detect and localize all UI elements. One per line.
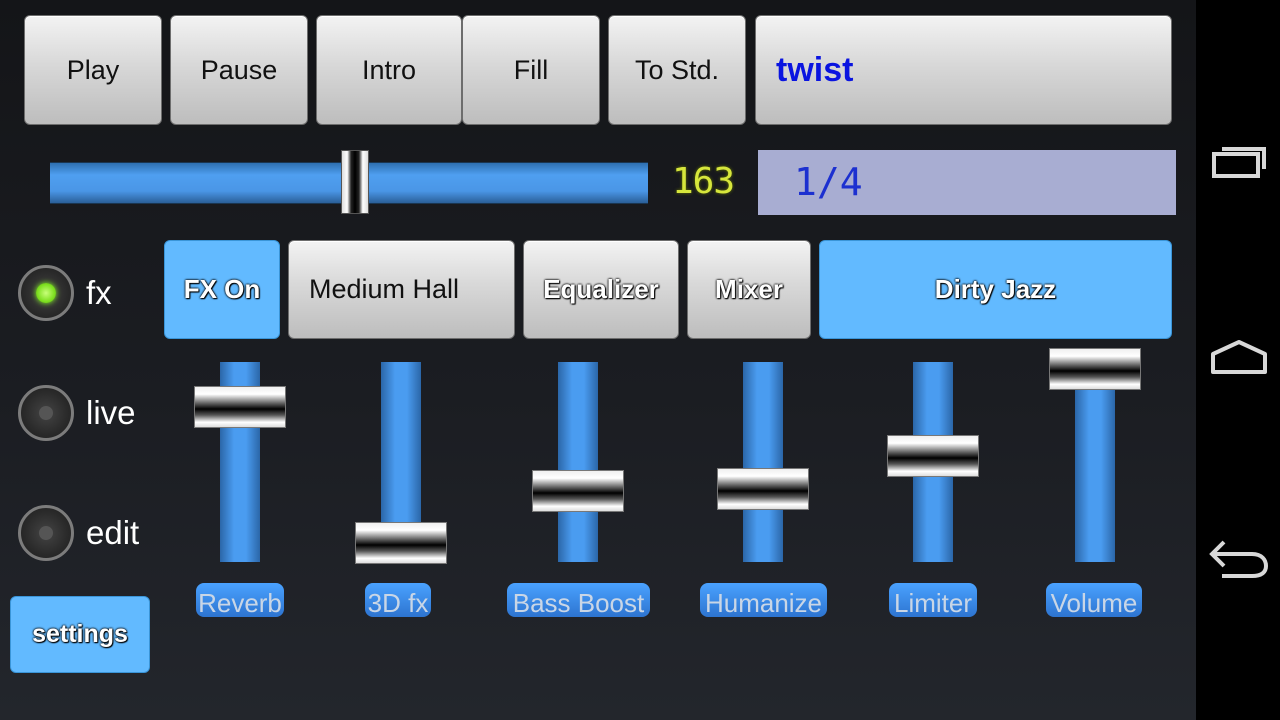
settings-button[interactable]: settings bbox=[10, 596, 150, 673]
fader-label-3d-fx: 3D fx bbox=[365, 583, 431, 618]
reverb-fader[interactable] bbox=[192, 362, 288, 578]
bass-boost-fader[interactable] bbox=[530, 362, 626, 578]
mode-edit[interactable]: edit bbox=[18, 502, 139, 564]
fx-on-button[interactable]: FX On bbox=[164, 240, 280, 339]
recent-apps-icon[interactable] bbox=[1208, 138, 1270, 188]
mode-fx[interactable]: fx bbox=[18, 262, 112, 324]
fader-label-volume: Volume bbox=[1046, 583, 1142, 618]
radio-indicator-on bbox=[36, 283, 56, 303]
fader-track[interactable] bbox=[558, 362, 598, 562]
fader-thumb[interactable] bbox=[887, 435, 979, 477]
mode-label-live: live bbox=[86, 394, 136, 431]
back-icon[interactable] bbox=[1208, 534, 1270, 584]
fader-thumb[interactable] bbox=[717, 468, 809, 511]
home-icon[interactable] bbox=[1208, 336, 1270, 386]
fader-label-reverb: Reverb bbox=[196, 583, 284, 618]
equalizer-button[interactable]: Equalizer bbox=[523, 240, 679, 339]
radio-button-fx[interactable] bbox=[18, 265, 74, 321]
tempo-readout: 163 bbox=[672, 161, 735, 202]
mode-label-edit: edit bbox=[86, 514, 140, 551]
song-selector[interactable]: twist bbox=[755, 15, 1172, 125]
fader-label-bass-boost: Bass Boost bbox=[507, 583, 650, 618]
mode-label-fx: fx bbox=[86, 274, 112, 311]
fill-button[interactable]: Fill bbox=[462, 15, 600, 125]
tempo-slider[interactable] bbox=[50, 150, 648, 214]
radio-indicator-off bbox=[39, 406, 53, 420]
app-screen: Play Pause Intro Fill To Std. twist 163 … bbox=[0, 0, 1196, 720]
reverb-preset-button[interactable]: Medium Hall bbox=[288, 240, 515, 339]
radio-button-live[interactable] bbox=[18, 385, 74, 441]
humanize-fader[interactable] bbox=[715, 362, 811, 578]
radio-indicator-off bbox=[39, 526, 53, 540]
mixer-button[interactable]: Mixer bbox=[687, 240, 811, 339]
fader-track[interactable] bbox=[743, 362, 783, 562]
fader-label-limiter: Limiter bbox=[889, 583, 977, 618]
song-name: twist bbox=[776, 50, 854, 89]
volume-fader[interactable] bbox=[1047, 348, 1143, 578]
mode-live[interactable]: live bbox=[18, 382, 136, 444]
limiter-fader[interactable] bbox=[885, 362, 981, 578]
fader-thumb[interactable] bbox=[1049, 348, 1141, 390]
fader-thumb[interactable] bbox=[194, 386, 286, 429]
pause-button[interactable]: Pause bbox=[170, 15, 308, 125]
3d-fx-fader[interactable] bbox=[353, 362, 449, 578]
to-std-button[interactable]: To Std. bbox=[608, 15, 746, 125]
time-signature-display[interactable]: 1/4 bbox=[758, 150, 1176, 215]
navigation-bar bbox=[1196, 0, 1280, 720]
fader-label-humanize: Humanize bbox=[700, 583, 827, 618]
intro-button[interactable]: Intro bbox=[316, 15, 462, 125]
style-preset-button[interactable]: Dirty Jazz bbox=[819, 240, 1172, 339]
fader-thumb[interactable] bbox=[355, 522, 447, 564]
play-button[interactable]: Play bbox=[24, 15, 162, 125]
radio-button-edit[interactable] bbox=[18, 505, 74, 561]
time-signature-text: 1/4 bbox=[794, 160, 863, 204]
fader-track[interactable] bbox=[1075, 362, 1115, 562]
tempo-slider-thumb[interactable] bbox=[340, 150, 369, 214]
fader-thumb[interactable] bbox=[532, 469, 624, 512]
